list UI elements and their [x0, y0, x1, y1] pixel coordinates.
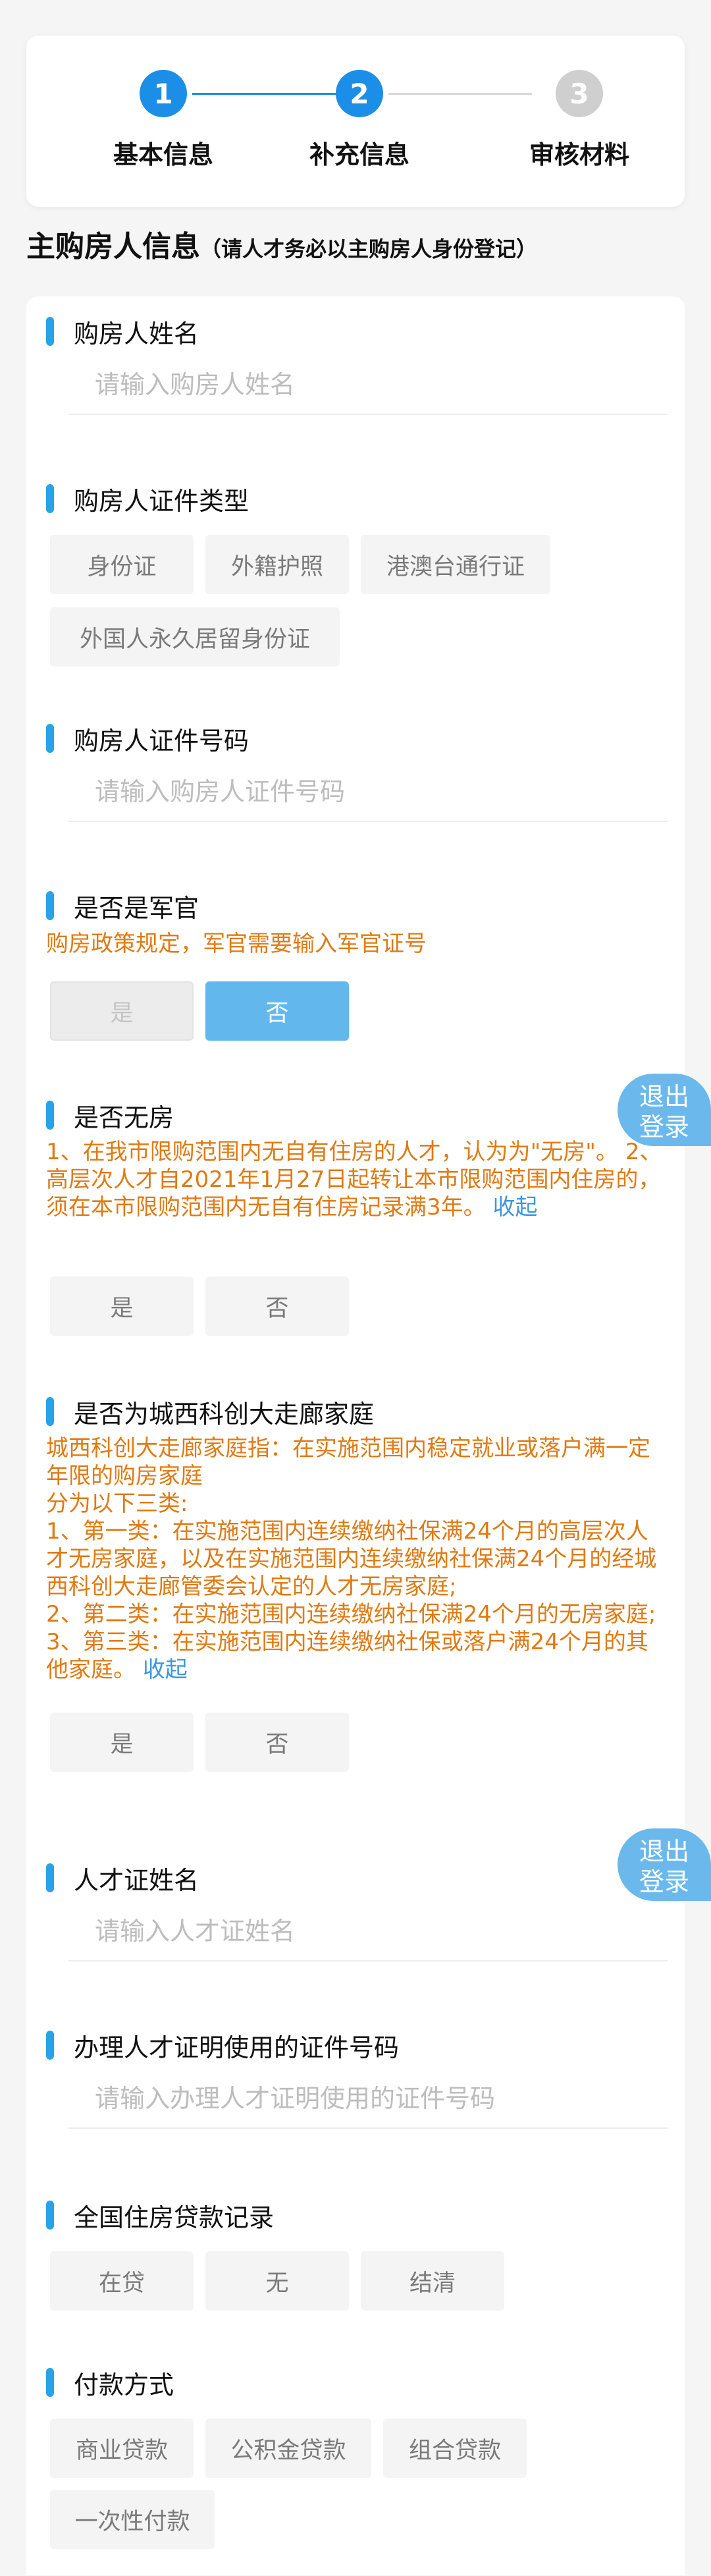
loan-option-none[interactable]: 无	[205, 2251, 349, 2311]
corridor-hint-line: 分为以下三类:	[46, 1491, 188, 1517]
field-label: 是否为城西科创大走廊家庭	[46, 1395, 375, 1429]
payment-option-lump-sum[interactable]: 一次性付款	[50, 2490, 215, 2549]
corridor-hint-line: 1、第一类：在实施范围内连续缴纳社保满24个月的高层次人才无房家庭，以及在实施范…	[46, 1518, 657, 1600]
step-3-label: 审核材料	[529, 140, 629, 169]
label-accent-bar	[46, 1863, 54, 1892]
field-label-text: 购房人姓名	[74, 319, 199, 348]
step-3-circle: 3	[556, 70, 603, 117]
step-2-label: 补充信息	[309, 140, 409, 169]
talent-id-input[interactable]	[68, 2069, 668, 2129]
id-number-input[interactable]	[68, 763, 668, 822]
label-accent-bar	[46, 1101, 54, 1130]
field-label: 购房人证件号码	[46, 722, 249, 755]
talent-name-input[interactable]	[68, 1902, 668, 1961]
label-accent-bar	[46, 2368, 54, 2397]
logout-label-line2: 登录	[639, 1867, 689, 1896]
field-label: 办理人才证明使用的证件号码	[46, 2029, 399, 2062]
step-1-circle: 1	[140, 70, 187, 117]
corridor-hint-line: 城西科创大走廊家庭指：在实施范围内稳定就业或落户满一定年限的购房家庭	[46, 1435, 650, 1489]
military-option-no[interactable]: 否	[205, 981, 349, 1041]
corridor-option-yes[interactable]: 是	[50, 1713, 194, 1772]
payment-option-provident-fund-loan[interactable]: 公积金贷款	[205, 2419, 371, 2478]
logout-button[interactable]: 退出 登录	[618, 1074, 711, 1146]
section-title: 主购房人信息（请人才务必以主购房人身份登记）	[26, 223, 537, 265]
section-title-note: （请人才务必以主购房人身份登记）	[200, 236, 538, 261]
military-hint: 购房政策规定，军官需要输入军官证号	[46, 931, 427, 957]
field-label-text: 全国住房贷款记录	[74, 2203, 275, 2232]
field-label: 是否无房	[46, 1099, 174, 1132]
section-title-text: 主购房人信息	[26, 230, 200, 263]
field-label: 是否是军官	[46, 889, 199, 923]
id-type-option-passport[interactable]: 外籍护照	[205, 535, 349, 594]
label-accent-bar	[46, 1397, 54, 1426]
buyer-name-input[interactable]	[68, 356, 668, 415]
military-option-yes[interactable]: 是	[50, 981, 194, 1041]
label-accent-bar	[46, 2201, 54, 2230]
label-accent-bar	[46, 891, 54, 920]
id-type-option-id-card[interactable]: 身份证	[50, 535, 194, 594]
field-label-text: 人才证姓名	[74, 1865, 199, 1895]
no-house-hint: 1、在我市限购范围内无自有住房的人才，认为为"无房"。 2、高层次人才自2021…	[46, 1138, 665, 1221]
label-accent-bar	[46, 317, 54, 346]
step-2-circle: 2	[336, 70, 383, 117]
no-house-option-yes[interactable]: 是	[50, 1276, 194, 1336]
loan-option-active[interactable]: 在贷	[50, 2251, 194, 2311]
field-label: 购房人证件类型	[46, 482, 250, 516]
progress-stepper: 1 2 3 基本信息 补充信息 审核材料	[26, 36, 685, 207]
corridor-hint-line: 2、第二类：在实施范围内连续缴纳社保满24个月的无房家庭;	[46, 1601, 656, 1628]
label-accent-bar	[46, 484, 54, 513]
field-label-text: 是否无房	[74, 1103, 174, 1132]
id-type-option-hk-macau-taiwan[interactable]: 港澳台通行证	[361, 535, 550, 594]
step-connector-2	[388, 93, 532, 95]
corridor-hint: 城西科创大走廊家庭指：在实施范围内稳定就业或落户满一定年限的购房家庭 分为以下三…	[46, 1435, 665, 1684]
corridor-option-no[interactable]: 否	[205, 1713, 349, 1772]
field-label: 付款方式	[46, 2366, 174, 2399]
logout-label-line1: 退出	[639, 1082, 689, 1111]
id-type-option-foreign-pr[interactable]: 外国人永久居留身份证	[50, 607, 340, 667]
field-label: 全国住房贷款记录	[46, 2199, 274, 2232]
no-house-collapse-link[interactable]: 收起	[492, 1194, 537, 1220]
field-label-text: 购房人证件号码	[74, 726, 250, 755]
label-accent-bar	[46, 2031, 54, 2060]
payment-option-combined-loan[interactable]: 组合贷款	[383, 2419, 527, 2478]
field-label: 购房人姓名	[46, 315, 199, 348]
corridor-collapse-link[interactable]: 收起	[143, 1657, 188, 1683]
payment-option-commercial-loan[interactable]: 商业贷款	[50, 2419, 194, 2478]
corridor-hint-line: 3、第三类：在实施范围内连续缴纳社保或落户满24个月的其他家庭。	[46, 1629, 648, 1683]
buyer-form: 购房人姓名 购房人证件类型 身份证 外籍护照 港澳台通行证 外国人永久居留身份证…	[26, 296, 685, 2575]
step-connector-1	[192, 93, 336, 95]
label-accent-bar	[46, 724, 54, 753]
field-label-text: 是否为城西科创大走廊家庭	[74, 1399, 375, 1429]
field-label: 人才证姓名	[46, 1861, 199, 1895]
field-label-text: 是否是军官	[74, 893, 199, 923]
logout-button-repeat[interactable]: 退出 登录	[618, 1828, 711, 1901]
field-label-text: 办理人才证明使用的证件号码	[74, 2033, 400, 2062]
no-house-option-no[interactable]: 否	[205, 1276, 349, 1336]
no-house-hint-text: 1、在我市限购范围内无自有住房的人才，认为为"无房"。 2、高层次人才自2021…	[46, 1139, 662, 1220]
logout-label-line2: 登录	[639, 1112, 689, 1141]
logout-label-line1: 退出	[639, 1837, 689, 1866]
field-label-text: 购房人证件类型	[74, 486, 250, 516]
loan-option-settled[interactable]: 结清	[361, 2251, 504, 2311]
field-label-text: 付款方式	[74, 2370, 174, 2399]
step-1-label: 基本信息	[113, 140, 213, 169]
